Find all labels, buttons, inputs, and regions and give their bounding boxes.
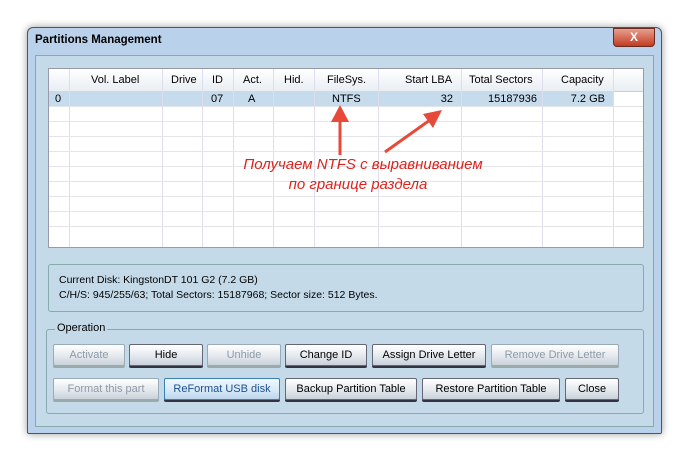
arrow-to-start-lba [384,118,431,154]
annotation-line-2: по границе раздела [288,176,428,193]
annotation-arrows [331,105,442,155]
annotation-line-1: Получаем NTFS с выравниванием [243,156,483,173]
